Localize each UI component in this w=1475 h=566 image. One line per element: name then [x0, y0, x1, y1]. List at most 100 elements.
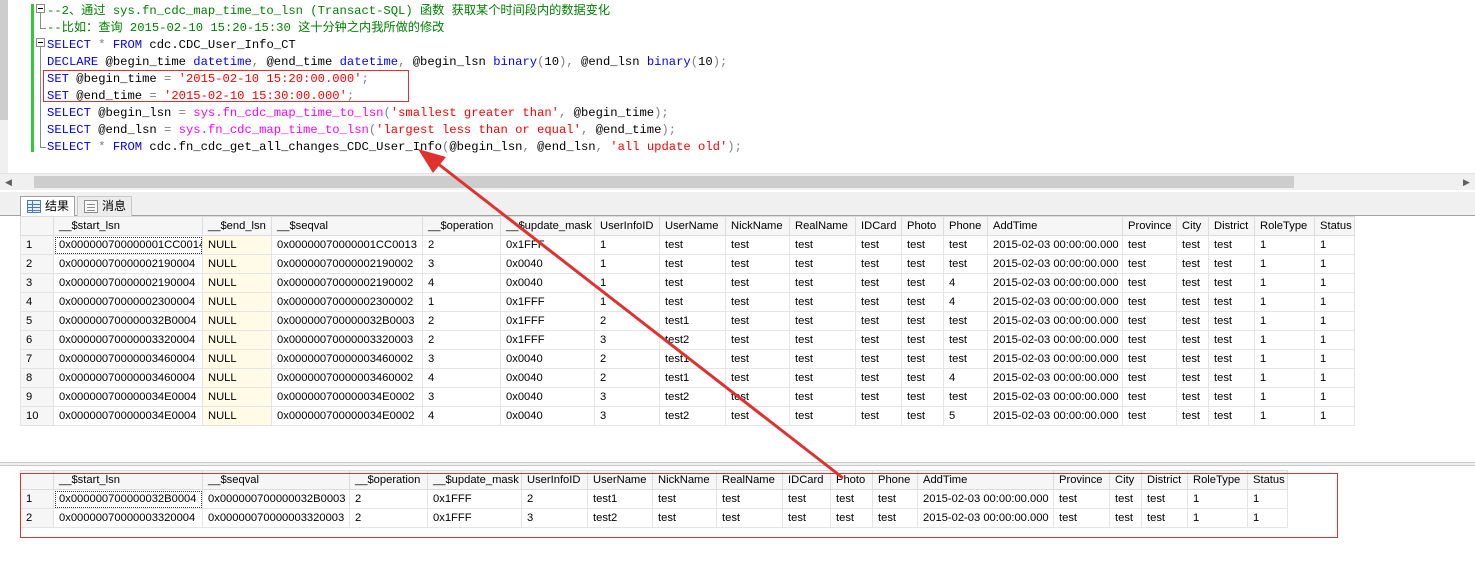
column-header[interactable]: RoleType	[1187, 470, 1248, 490]
table-cell[interactable]: test	[1208, 387, 1255, 407]
table-row[interactable]: 1 0x000000700000032B0004 0x000000700000032…	[20, 489, 1288, 509]
column-header[interactable]: Province	[1122, 216, 1177, 236]
column-header[interactable]: NickName	[725, 216, 790, 236]
row-number-cell[interactable]: 7	[20, 349, 54, 369]
table-cell[interactable]: test	[943, 235, 988, 255]
sql-editor[interactable]: --2、通过 sys.fn_cdc_map_time_to_lsn (Trans…	[0, 0, 1475, 173]
table-cell[interactable]: test	[901, 406, 944, 426]
table-cell[interactable]: test	[855, 273, 902, 293]
table-cell[interactable]: 1	[594, 254, 660, 274]
table-cell[interactable]: test	[901, 311, 944, 331]
table-cell[interactable]: test	[659, 273, 726, 293]
code-line[interactable]: SET @end_time = '2015-02-10 15:30:00.000…	[47, 88, 354, 104]
table-cell[interactable]: 4	[943, 273, 988, 293]
table-cell[interactable]: 1	[1314, 292, 1355, 312]
table-cell[interactable]: test	[901, 387, 944, 407]
table-cell[interactable]: test	[1176, 311, 1209, 331]
table-cell[interactable]: 2015-02-03 00:00:00.000	[917, 489, 1054, 509]
tab-messages[interactable]: 消息	[77, 196, 132, 216]
table-cell[interactable]: test	[1122, 387, 1177, 407]
table-cell[interactable]: 0x00000070000002190004	[53, 273, 203, 293]
table-cell[interactable]: 0x1FFF	[500, 235, 595, 255]
editor-vertical-scrollbar[interactable]	[0, 0, 8, 173]
table-cell[interactable]: test	[1122, 273, 1177, 293]
column-header[interactable]: AddTime	[917, 470, 1054, 490]
row-number-cell[interactable]: 2	[20, 254, 54, 274]
table-cell[interactable]: 0x000000700000032B0004	[53, 311, 203, 331]
table-cell[interactable]: 0x1FFF	[500, 311, 595, 331]
table-cell[interactable]: test	[1109, 508, 1142, 528]
table-cell[interactable]: 5	[943, 406, 988, 426]
results-grid-2[interactable]: __$start_lsn __$seqval __$operation __$upda…	[20, 470, 1288, 528]
table-cell[interactable]: 1	[1314, 368, 1355, 388]
table-cell[interactable]: NULL	[202, 273, 272, 293]
table-cell[interactable]: test	[943, 311, 988, 331]
table-cell[interactable]: 1	[594, 273, 660, 293]
table-cell[interactable]: test	[1122, 368, 1177, 388]
table-cell[interactable]: 1	[1314, 349, 1355, 369]
table-cell[interactable]: test	[1122, 292, 1177, 312]
tab-results[interactable]: 结果	[20, 196, 75, 217]
table-cell[interactable]: 3	[594, 406, 660, 426]
table-cell[interactable]: NULL	[202, 235, 272, 255]
table-cell[interactable]: 0x000000700000034E0002	[271, 406, 423, 426]
table-cell[interactable]: 1	[1254, 235, 1315, 255]
column-header[interactable]: __$update_mask	[500, 216, 595, 236]
table-cell[interactable]: 0x0040	[500, 406, 595, 426]
code-line[interactable]: SELECT @end_lsn = sys.fn_cdc_map_time_to…	[47, 122, 676, 138]
table-cell[interactable]: 3	[422, 254, 501, 274]
table-cell[interactable]: test	[1141, 508, 1188, 528]
table-cell[interactable]: 4	[422, 406, 501, 426]
code-line[interactable]: SET @begin_time = '2015-02-10 15:20:00.0…	[47, 71, 369, 87]
table-cell[interactable]: test	[943, 349, 988, 369]
table-row[interactable]: 9 0x000000700000034E0004 NULL 0x00000070000…	[20, 387, 1355, 407]
table-cell[interactable]: test	[901, 254, 944, 274]
table-cell[interactable]: test	[652, 489, 717, 509]
table-cell[interactable]: 0x0040	[500, 349, 595, 369]
grid-splitter[interactable]	[0, 462, 1475, 466]
table-cell[interactable]: test	[1176, 387, 1209, 407]
column-header[interactable]: UserName	[587, 470, 653, 490]
table-cell[interactable]: 1	[1254, 349, 1315, 369]
table-cell[interactable]: test	[789, 235, 856, 255]
row-number-cell[interactable]: 1	[20, 489, 54, 509]
table-cell[interactable]: 1	[1314, 311, 1355, 331]
table-cell[interactable]: 0x00000070000003460004	[53, 368, 203, 388]
code-line[interactable]: SELECT * FROM cdc.CDC_User_Info_CT	[47, 37, 296, 53]
table-cell[interactable]: 0x00000070000002300004	[53, 292, 203, 312]
table-cell[interactable]: test2	[587, 508, 653, 528]
table-cell[interactable]: 1	[1314, 273, 1355, 293]
table-cell[interactable]: 1	[1247, 489, 1288, 509]
table-cell[interactable]: 1	[1247, 508, 1288, 528]
column-header[interactable]: __$end_lsn	[202, 216, 272, 236]
table-cell[interactable]: test	[725, 330, 790, 350]
row-number-cell[interactable]: 10	[20, 406, 54, 426]
table-cell[interactable]: test	[659, 254, 726, 274]
table-cell[interactable]: test	[1176, 330, 1209, 350]
table-cell[interactable]: 0x000000700000034E0002	[271, 387, 423, 407]
table-cell[interactable]: 2015-02-03 00:00:00.000	[987, 349, 1123, 369]
row-number-cell[interactable]: 2	[20, 508, 54, 528]
column-header[interactable]: __$seqval	[271, 216, 423, 236]
table-cell[interactable]: 2	[594, 368, 660, 388]
table-cell[interactable]: test	[855, 406, 902, 426]
table-cell[interactable]: 4	[422, 273, 501, 293]
table-cell[interactable]: 1	[1187, 489, 1248, 509]
column-header[interactable]: UserName	[659, 216, 726, 236]
table-row[interactable]: 2 0x00000070000003320004 0x000000700000033…	[20, 508, 1288, 528]
table-cell[interactable]: 2015-02-03 00:00:00.000	[987, 311, 1123, 331]
table-cell[interactable]: test1	[659, 311, 726, 331]
row-number-header[interactable]	[20, 470, 54, 490]
column-header[interactable]: RealName	[716, 470, 783, 490]
column-header[interactable]: Phone	[943, 216, 988, 236]
table-cell[interactable]: test	[872, 489, 918, 509]
table-cell[interactable]: test	[1208, 349, 1255, 369]
table-cell[interactable]: 2015-02-03 00:00:00.000	[987, 292, 1123, 312]
table-cell[interactable]: test	[725, 273, 790, 293]
table-cell[interactable]: NULL	[202, 330, 272, 350]
table-cell[interactable]: 0x1FFF	[500, 330, 595, 350]
code-line[interactable]: --比如：查询 2015-02-10 15:20-15:30 这十分钟之内我所做…	[47, 20, 444, 36]
column-header[interactable]: NickName	[652, 470, 717, 490]
table-cell[interactable]: 0x00000070000002300002	[271, 292, 423, 312]
table-cell[interactable]: test	[725, 311, 790, 331]
